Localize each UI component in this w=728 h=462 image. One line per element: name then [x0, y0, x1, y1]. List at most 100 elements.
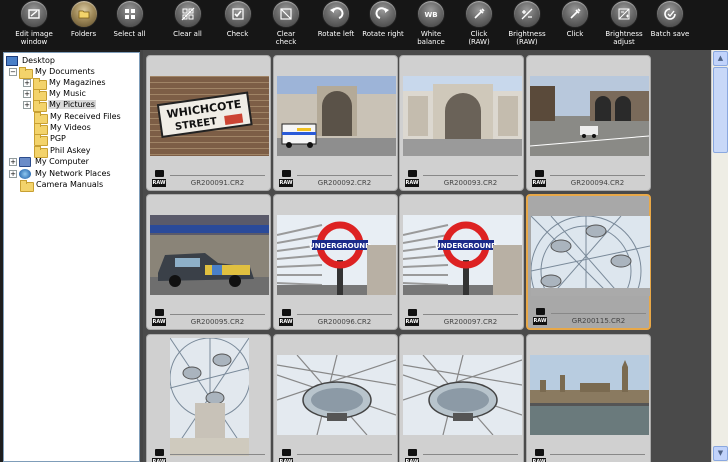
tree-item[interactable]: + My Network Places [9, 168, 112, 179]
eyedropper-icon [561, 0, 589, 28]
tree-item-label: My Videos [50, 123, 91, 132]
thumbnail-footer: RAW GR200095.CR2 [150, 309, 269, 327]
toolbar-button-clear-all[interactable]: Clear all [160, 0, 215, 50]
raw-badge: RAW [152, 318, 166, 326]
expand-icon[interactable]: + [23, 100, 31, 109]
tree-item[interactable]: − My Documents [9, 66, 96, 79]
thumbnail-card[interactable]: RAW GR200094.CR2 [526, 55, 651, 191]
scrollbar-thumb[interactable] [713, 67, 728, 153]
raw-badge: RAW [405, 318, 419, 326]
select-all-icon [115, 0, 144, 28]
folder-icon [34, 111, 48, 124]
thumbnail-image [403, 76, 522, 156]
thumbnail-card[interactable]: RAW GR200115.CR2 [526, 194, 651, 330]
folder-icon [34, 133, 48, 146]
eyedropper-raw-icon [465, 0, 493, 28]
raw-badge: RAW [279, 458, 293, 462]
thumbnail-card[interactable]: RAW GR200092.CR2 [273, 55, 398, 191]
folder-tree[interactable]: Desktop − My Documents + My Magazines + My Mus… [3, 52, 140, 462]
thumbnail-image [277, 355, 396, 435]
tree-item-label: My Received Files [50, 112, 121, 121]
toolbar-button-check[interactable]: Check [215, 0, 260, 50]
tree-item[interactable]: + My Magazines [23, 77, 107, 90]
camera-icon [155, 449, 164, 456]
thumbnail-card[interactable]: UNDERGROUND RAW GR200097.CR2 [399, 194, 524, 330]
toolbar-button-brightness-adjust[interactable]: Brightness adjust [598, 0, 650, 50]
tree-item[interactable]: My Videos [34, 122, 92, 135]
thumbnail-card[interactable]: RAW [526, 334, 651, 462]
computer-icon [19, 156, 31, 167]
rotate-right-icon [369, 0, 397, 28]
tree-item[interactable]: My Received Files [34, 111, 122, 124]
toolbar: Edit image window Folders Select all Clear … [0, 0, 728, 50]
collapse-icon[interactable]: − [9, 67, 17, 76]
thumbnail-filename: GR200097.CR2 [443, 318, 498, 326]
folders-icon [69, 0, 98, 28]
tree-item-label: Desktop [22, 56, 55, 65]
thumbnail-card[interactable]: RAW GR200093.CR2 [399, 55, 524, 191]
expand-icon[interactable]: + [23, 89, 31, 98]
toolbar-button-eyedropper-raw[interactable]: Click (RAW) [456, 0, 502, 50]
thumbnail-rating-line [297, 454, 392, 455]
tree-item[interactable]: + My Computer [9, 156, 90, 167]
svg-text:WB: WB [424, 11, 437, 19]
camera-icon [155, 170, 164, 177]
tree-item[interactable]: Desktop [6, 55, 56, 66]
thumbnail-grid[interactable]: WHICHCOTE STREET RAW GR200091.CR2 RAW GR20009… [143, 50, 711, 462]
toolbar-button-select-all[interactable]: Select all [99, 0, 160, 50]
camera-icon [408, 170, 417, 177]
thumbnail-filename: GR200095.CR2 [190, 318, 245, 326]
toolbar-button-brightness-raw[interactable]: Brightness (RAW) [502, 0, 552, 50]
thumbnail-card[interactable]: RAW GR200095.CR2 [146, 194, 271, 330]
thumbnail-rating-line [170, 175, 265, 176]
folder-icon [33, 99, 47, 112]
thumbnail-image [170, 338, 249, 456]
toolbar-button-clear-check[interactable]: Clear check [260, 0, 312, 50]
tree-item[interactable]: + My Pictures [23, 99, 96, 112]
thumbnail-card[interactable]: RAW [146, 334, 271, 462]
toolbar-button-folders[interactable]: Folders [68, 0, 99, 50]
thumbnail-image [403, 355, 522, 435]
toolbar-button-rotate-right[interactable]: Rotate right [360, 0, 406, 50]
thumbnail-filename: GR200093.CR2 [443, 179, 498, 187]
toolbar-button-batch-save[interactable]: Batch save [650, 0, 690, 50]
thumbnail-rating-line [170, 454, 265, 455]
toolbar-button-rotate-left[interactable]: Rotate left [312, 0, 360, 50]
tree-item[interactable]: + My Music [23, 88, 87, 101]
tree-item[interactable]: Camera Manuals [20, 179, 104, 192]
thumbnail-footer: RAW GR200115.CR2 [531, 308, 650, 326]
raw-badge: RAW [405, 458, 419, 462]
scroll-up-arrow-icon[interactable]: ▲ [713, 51, 728, 66]
scroll-down-arrow-icon[interactable]: ▼ [713, 446, 728, 461]
clear-check-icon [272, 0, 300, 28]
folder-icon [34, 122, 48, 135]
thumbnail-footer: RAW [150, 449, 269, 462]
toolbar-button-label: Clear check [275, 30, 297, 46]
toolbar-button-label: Rotate left [317, 30, 355, 38]
thumbnail-rating-line [423, 175, 518, 176]
toolbar-button-white-balance[interactable]: WB White balance [406, 0, 456, 50]
thumbnail-card[interactable]: UNDERGROUND RAW GR200096.CR2 [273, 194, 398, 330]
thumbnail-rating-line [423, 314, 518, 315]
thumbnail-card[interactable]: WHICHCOTE STREET RAW GR200091.CR2 [146, 55, 271, 191]
raw-badge: RAW [405, 179, 419, 187]
thumbnail-footer: RAW [530, 449, 649, 462]
thumbnail-image [277, 76, 396, 156]
tree-item-label: My Music [49, 89, 86, 98]
toolbar-button-label: Brightness (RAW) [508, 30, 546, 46]
expand-icon[interactable]: + [9, 169, 17, 178]
raw-badge: RAW [279, 318, 293, 326]
toolbar-button-label: Rotate right [362, 30, 404, 38]
tree-item[interactable]: Phil Askey [34, 145, 92, 158]
thumbnail-card[interactable]: RAW [273, 334, 398, 462]
expand-icon[interactable]: + [23, 78, 31, 87]
thumbnail-card[interactable]: RAW [399, 334, 524, 462]
toolbar-button-label: Check [226, 30, 249, 38]
expand-icon[interactable]: + [9, 157, 17, 166]
toolbar-button-edit-window[interactable]: Edit image window [0, 0, 68, 50]
toolbar-button-eyedropper[interactable]: Click [552, 0, 598, 50]
tree-item[interactable]: PGP [34, 133, 67, 146]
thumbnail-rating-line [423, 454, 518, 455]
thumbnail-footer: RAW GR200096.CR2 [277, 309, 396, 327]
vertical-scrollbar[interactable]: ▲ ▼ [711, 50, 728, 462]
